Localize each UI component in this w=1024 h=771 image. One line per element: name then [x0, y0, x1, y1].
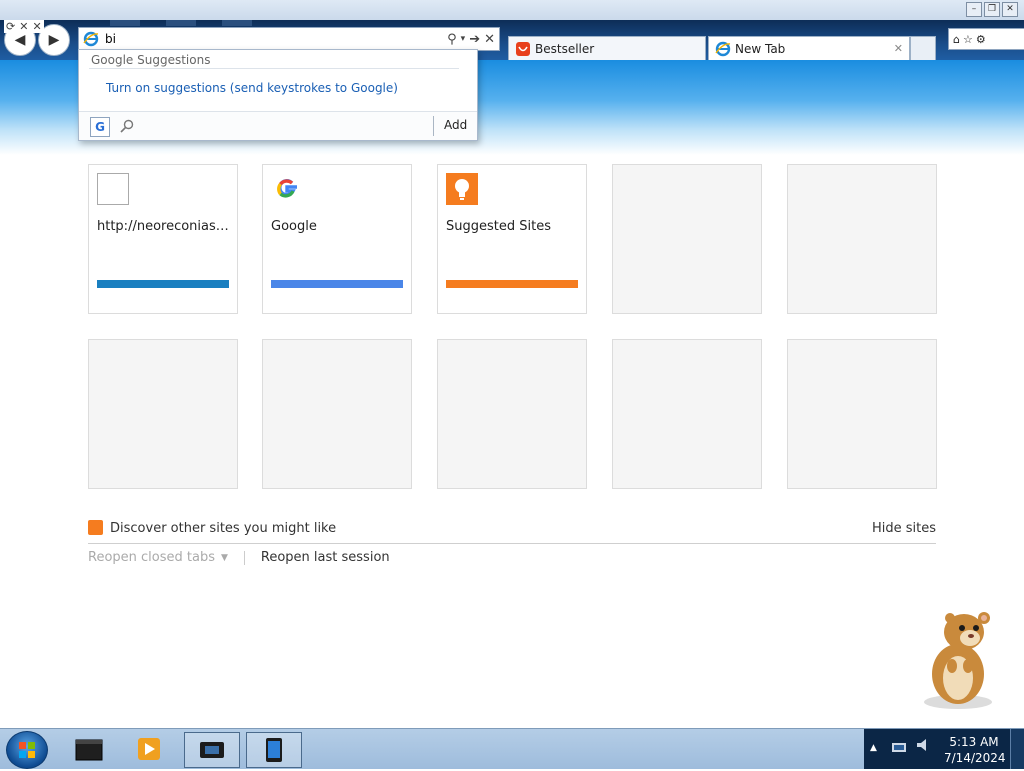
clock[interactable]: 5:13 AM 7/14/2024: [944, 734, 1006, 766]
discover-sites-link[interactable]: Discover other sites you might like: [110, 521, 336, 536]
empty-tile[interactable]: [437, 339, 587, 489]
search-provider-bar: G Add: [79, 111, 477, 140]
clear-icon[interactable]: ✕: [484, 32, 495, 47]
empty-tile[interactable]: [88, 339, 238, 489]
search-icon[interactable]: ⚲: [447, 32, 457, 47]
tab-new-tab[interactable]: New Tab ✕: [708, 36, 910, 60]
stop-icon[interactable]: ✕: [19, 20, 28, 33]
taskbar-app[interactable]: [62, 732, 116, 766]
close-icon[interactable]: ✕: [32, 20, 41, 33]
window-titlebar: – ❐ ✕: [0, 0, 1024, 22]
home-icon[interactable]: ⌂: [953, 33, 960, 46]
tile-color-bar: [271, 280, 403, 288]
search-suggestions-dropdown: Google Suggestions Turn on suggestions (…: [78, 49, 478, 141]
tile-color-bar: [446, 280, 578, 288]
search-icon[interactable]: [119, 118, 135, 134]
google-provider-button[interactable]: G: [90, 117, 110, 137]
taskbar-app-active[interactable]: [184, 732, 240, 768]
start-button[interactable]: [6, 731, 48, 769]
thumbnail: [222, 20, 252, 26]
divider: [243, 550, 245, 565]
close-tab-icon[interactable]: ✕: [894, 42, 903, 55]
thumbnail: [110, 20, 140, 26]
reopen-last-session-link[interactable]: Reopen last session: [261, 550, 390, 565]
clock-time: 5:13 AM: [949, 735, 999, 749]
site-tile[interactable]: Google: [262, 164, 412, 314]
forward-arrow-icon: ▶: [48, 32, 60, 48]
thumbnail-strip: [110, 20, 252, 26]
camera-app-icon: [200, 742, 224, 758]
tab-label: New Tab: [735, 41, 786, 56]
empty-tile[interactable]: [262, 339, 412, 489]
new-tab-button[interactable]: [910, 36, 936, 60]
address-actions: ⚲ ▾ ➔ ✕: [447, 32, 499, 47]
address-bar[interactable]: ⚲ ▾ ➔ ✕: [78, 27, 500, 51]
taskbar-app[interactable]: [122, 732, 176, 766]
discover-sites-bar: Discover other sites you might like Hide…: [88, 519, 936, 544]
ie-logo-icon: [715, 41, 731, 56]
tile-title: http://neoreconiasys....: [97, 219, 231, 234]
empty-tile[interactable]: [612, 164, 762, 314]
site-tile[interactable]: Suggested Sites: [437, 164, 587, 314]
empty-tile[interactable]: [787, 164, 937, 314]
tile-color-bar: [97, 280, 229, 288]
terminal-app-icon: [75, 739, 103, 761]
hamster-mascot-icon: [924, 612, 992, 709]
thumbnail: [166, 20, 196, 26]
close-window-button[interactable]: ✕: [1002, 2, 1018, 17]
divider: [89, 68, 459, 69]
tile-title: Suggested Sites: [446, 219, 551, 234]
clock-date: 7/14/2024: [944, 751, 1006, 765]
blank-page-icon: [97, 173, 129, 205]
back-arrow-icon: ◀: [14, 32, 26, 48]
chevron-down-icon: ▼: [220, 552, 228, 563]
address-input[interactable]: [103, 30, 448, 48]
network-icon[interactable]: [890, 735, 910, 755]
show-desktop-button[interactable]: [1010, 729, 1024, 769]
tools-icon[interactable]: ⚙: [976, 33, 986, 46]
window-controls: – ❐ ✕: [966, 2, 1018, 17]
favorites-icon[interactable]: ☆: [963, 33, 973, 46]
empty-tile[interactable]: [787, 339, 937, 489]
tablet-app-icon: [266, 738, 282, 762]
divider: [433, 116, 434, 136]
google-g-icon: G: [95, 120, 105, 134]
hide-sites-link[interactable]: Hide sites: [872, 521, 936, 536]
lightbulb-icon: [446, 173, 478, 205]
media-player-icon: [138, 738, 160, 760]
turn-on-suggestions-link[interactable]: Turn on suggestions (send keystrokes to …: [106, 81, 398, 95]
tab-label: Bestseller: [535, 41, 595, 56]
suggestions-header: Google Suggestions: [91, 53, 211, 67]
show-hidden-icons[interactable]: ▲: [870, 743, 877, 753]
refresh-icon[interactable]: ⟳: [6, 20, 15, 33]
tile-title: Google: [271, 219, 317, 234]
site-tile[interactable]: http://neoreconiasys....: [88, 164, 238, 314]
add-provider-button[interactable]: Add: [444, 118, 467, 132]
page-controls: ⟳ ✕ ✕: [4, 20, 44, 33]
tab-bestseller[interactable]: Bestseller: [508, 36, 706, 60]
minimize-button[interactable]: –: [966, 2, 982, 17]
reopen-closed-tabs-button[interactable]: Reopen closed tabs: [88, 550, 215, 565]
restore-button[interactable]: ❐: [984, 2, 1000, 17]
taskbar: ▲ 5:13 AM 7/14/2024: [0, 728, 1024, 769]
google-g-icon: [277, 179, 297, 198]
empty-tile[interactable]: [612, 339, 762, 489]
taskbar-app-active[interactable]: [246, 732, 302, 768]
windows-logo-icon: [19, 742, 35, 758]
bestseller-favicon-icon: [516, 41, 530, 56]
reopen-row: Reopen closed tabs ▼ Reopen last session: [88, 550, 390, 565]
go-arrow-icon[interactable]: ➔: [469, 32, 480, 47]
ie-logo-icon: [83, 31, 99, 47]
lightbulb-icon: [88, 520, 103, 535]
dropdown-icon[interactable]: ▾: [461, 34, 466, 44]
command-icons: ⌂ ☆ ⚙: [948, 28, 1024, 50]
volume-icon[interactable]: [914, 735, 934, 755]
